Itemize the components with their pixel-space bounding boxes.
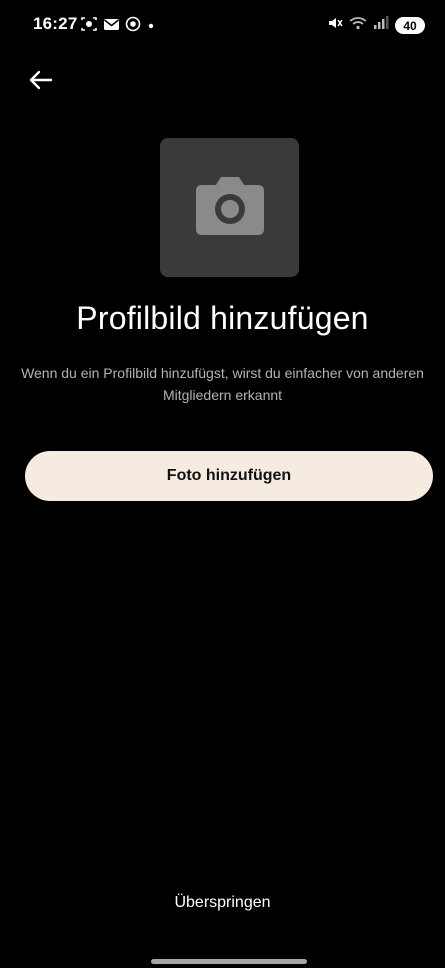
mute-icon [327,16,343,35]
wifi-icon [349,16,367,35]
status-bar: 16:27 40 [0,0,445,54]
signal-icon [373,16,389,35]
dot-icon [146,18,156,36]
page-title: Profilbild hinzufügen [76,300,369,336]
camera-notification-icon [125,16,141,37]
profile-picture-placeholder[interactable] [160,138,299,277]
status-left-icons [80,16,156,37]
mail-icon [103,18,120,36]
page-description: Wenn du ein Profilbild hinzufügst, wirst… [21,365,424,403]
add-photo-button[interactable]: Foto hinzufügen [25,451,433,501]
skip-button[interactable]: Überspringen [0,894,445,912]
arrow-left-icon [27,70,55,98]
back-button[interactable] [27,66,59,94]
status-right-icons: 40 [327,16,425,35]
screen-record-icon [80,16,98,37]
status-time: 16:27 [33,14,78,33]
home-indicator[interactable] [151,959,307,964]
battery-indicator: 40 [395,17,425,34]
camera-icon [194,173,266,242]
